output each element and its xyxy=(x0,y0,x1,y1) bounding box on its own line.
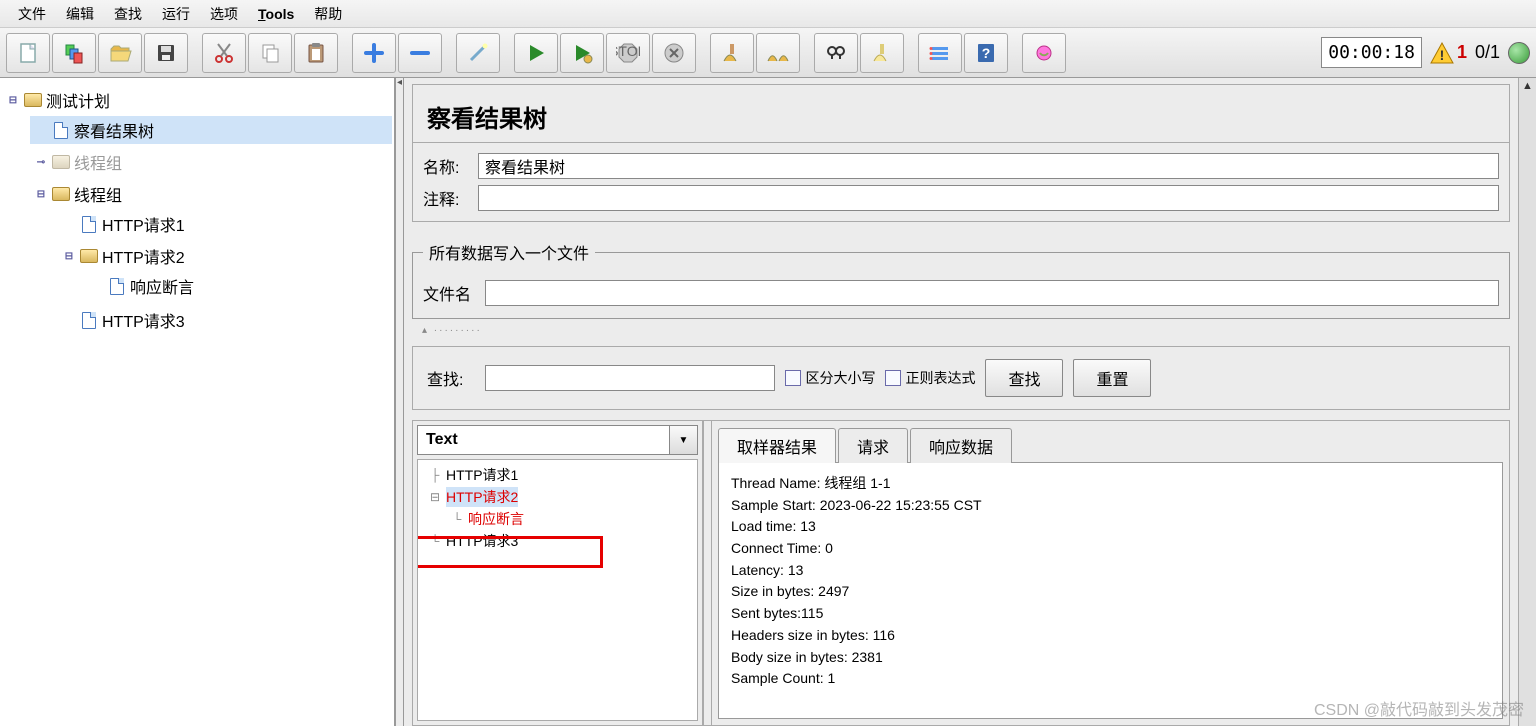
render-dropdown[interactable]: Text ▼ xyxy=(417,425,698,455)
regex-checkbox[interactable]: 正则表达式 xyxy=(885,368,975,388)
menu-help[interactable]: 帮助 xyxy=(304,2,352,26)
result-assertion[interactable]: 响应断言 xyxy=(468,509,524,529)
shutdown-icon[interactable] xyxy=(652,33,696,73)
toggle-icon[interactable]: ⊟ xyxy=(34,187,48,201)
paste-icon[interactable] xyxy=(294,33,338,73)
result-http1[interactable]: HTTP请求1 xyxy=(446,465,518,485)
search-icon[interactable] xyxy=(814,33,858,73)
svg-text:!: ! xyxy=(1440,47,1445,63)
filename-label: 文件名 xyxy=(423,281,485,305)
tree-node-assertion[interactable]: 响应断言 xyxy=(130,274,194,298)
comment-input[interactable] xyxy=(478,185,1499,211)
tree-node-http1[interactable]: HTTP请求1 xyxy=(102,212,185,236)
minus-icon[interactable] xyxy=(398,33,442,73)
toggle-icon[interactable]: ⊸ xyxy=(34,155,48,169)
copy-icon[interactable] xyxy=(248,33,292,73)
name-input[interactable] xyxy=(478,153,1499,179)
document-icon xyxy=(82,312,96,329)
inner-splitter[interactable] xyxy=(703,421,712,725)
tree-node-http3[interactable]: HTTP请求3 xyxy=(102,308,185,332)
reset-search-icon[interactable] xyxy=(860,33,904,73)
folder-icon xyxy=(52,187,70,201)
tab-sampler-result[interactable]: 取样器结果 xyxy=(718,428,836,463)
case-sensitive-checkbox[interactable]: 区分大小写 xyxy=(785,368,875,388)
help-icon[interactable]: ? xyxy=(964,33,1008,73)
menu-search[interactable]: 查找 xyxy=(104,2,152,26)
svg-text:?: ? xyxy=(982,45,991,61)
document-icon xyxy=(54,122,68,139)
test-plan-tree[interactable]: ⊟ 测试计划 察看结果树 ⊸ 线程组 xyxy=(0,78,395,726)
chevron-down-icon: ▼ xyxy=(669,426,697,454)
folder-icon xyxy=(24,93,42,107)
open-icon[interactable] xyxy=(98,33,142,73)
warning-indicator[interactable]: ! 1 xyxy=(1430,42,1467,64)
clear-icon[interactable] xyxy=(710,33,754,73)
tab-request[interactable]: 请求 xyxy=(838,428,908,463)
result-http3[interactable]: HTTP请求3 xyxy=(446,531,518,551)
toolbar: STOP ? 00:00:18 ! 1 0/1 xyxy=(0,28,1536,78)
menu-file[interactable]: 文件 xyxy=(8,2,56,26)
folder-icon xyxy=(80,249,98,263)
toggle-icon[interactable]: ⊟ xyxy=(62,249,76,263)
tree-node-http2[interactable]: HTTP请求2 xyxy=(102,244,185,268)
result-tree[interactable]: ├HTTP请求1 ⊟HTTP请求2 └响应断言 └HTTP请求3 xyxy=(417,459,698,721)
file-output-group: 所有数据写入一个文件 文件名 xyxy=(412,240,1510,319)
status-indicator xyxy=(1508,42,1530,64)
cut-icon[interactable] xyxy=(202,33,246,73)
search-label: 查找: xyxy=(427,366,463,390)
svg-text:STOP: STOP xyxy=(616,43,640,59)
tree-node-threadgroup[interactable]: 线程组 xyxy=(74,182,122,206)
resize-handle[interactable]: ▴ ········· xyxy=(422,325,1528,336)
search-button[interactable]: 查找 xyxy=(985,359,1063,397)
error-count: 1 xyxy=(1457,42,1467,63)
ssl-icon[interactable] xyxy=(1022,33,1066,73)
timer-display: 00:00:18 xyxy=(1321,37,1422,68)
save-icon[interactable] xyxy=(144,33,188,73)
plus-icon[interactable] xyxy=(352,33,396,73)
menu-run[interactable]: 运行 xyxy=(152,2,200,26)
thread-count: 0/1 xyxy=(1475,42,1500,63)
start-no-timer-icon[interactable] xyxy=(560,33,604,73)
comment-label: 注释: xyxy=(423,186,478,210)
search-input[interactable] xyxy=(485,365,775,391)
menu-edit[interactable]: 编辑 xyxy=(56,2,104,26)
sampler-result-content[interactable]: Thread Name: 线程组 1-1 Sample Start: 2023-… xyxy=(718,462,1503,719)
folder-icon xyxy=(52,155,70,169)
splitter[interactable]: ◂ xyxy=(395,78,404,726)
search-bar: 查找: 区分大小写 正则表达式 查找 重置 xyxy=(412,346,1510,410)
function-icon[interactable] xyxy=(918,33,962,73)
tree-node-threadgroup-disabled[interactable]: 线程组 xyxy=(74,150,122,174)
file-group-legend: 所有数据写入一个文件 xyxy=(423,240,595,264)
document-icon xyxy=(82,216,96,233)
tree-node-results[interactable]: 察看结果树 xyxy=(74,118,154,142)
panel-title: 察看结果树 xyxy=(412,84,1510,143)
clear-all-icon[interactable] xyxy=(756,33,800,73)
document-icon xyxy=(110,278,124,295)
reset-button[interactable]: 重置 xyxy=(1073,359,1151,397)
vertical-scrollbar[interactable]: ▲ xyxy=(1518,78,1536,726)
tab-response-data[interactable]: 响应数据 xyxy=(910,428,1012,463)
tree-root[interactable]: 测试计划 xyxy=(46,88,110,112)
stop-icon[interactable]: STOP xyxy=(606,33,650,73)
start-icon[interactable] xyxy=(514,33,558,73)
menu-bar: 文件 编辑 查找 运行 选项 Tools 帮助 xyxy=(0,0,1536,28)
new-file-icon[interactable] xyxy=(6,33,50,73)
toggle-icon[interactable]: ⊟ xyxy=(6,93,20,107)
name-label: 名称: xyxy=(423,154,478,178)
filename-input[interactable] xyxy=(485,280,1499,306)
wand-icon[interactable] xyxy=(456,33,500,73)
menu-tools[interactable]: Tools xyxy=(248,4,304,24)
result-http2[interactable]: HTTP请求2 xyxy=(446,487,518,507)
menu-options[interactable]: 选项 xyxy=(200,2,248,26)
templates-icon[interactable] xyxy=(52,33,96,73)
